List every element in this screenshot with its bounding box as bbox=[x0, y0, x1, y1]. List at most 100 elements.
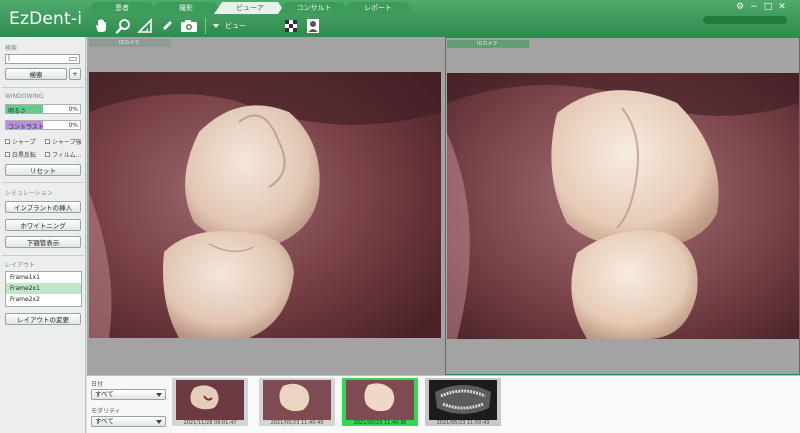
panoramic-xray-thumbnail bbox=[429, 380, 497, 420]
thumbnail-item[interactable]: 2021/05/23 11:40:45 bbox=[259, 378, 335, 426]
thumbnail-item[interactable]: 2021/05/23 11:50:43 bbox=[425, 378, 501, 426]
pane-title: IOカメラ bbox=[447, 40, 529, 48]
app-logo: EzDent-i bbox=[9, 9, 83, 29]
checkbox-box bbox=[5, 152, 10, 157]
app-header: EzDent-i 患者 撮影 ビューア コンサルト レポート ビュー ⚙ − □… bbox=[0, 0, 800, 37]
brightness-slider[interactable]: 明るさ 0% bbox=[5, 104, 81, 115]
thumbnail-date: 2021/05/23 11:50:43 bbox=[436, 420, 490, 426]
sharpen-checkbox[interactable]: シャープ bbox=[5, 137, 36, 146]
pencil-icon bbox=[162, 21, 172, 31]
search-input[interactable]: | bbox=[5, 54, 80, 64]
layout-section-title: レイアウト bbox=[5, 262, 36, 269]
layout-item-frame2x2[interactable]: Frame2x2 bbox=[6, 294, 81, 305]
date-filter-label: 日付 bbox=[91, 381, 104, 388]
date-filter-value: すべて bbox=[95, 390, 114, 398]
section-divider bbox=[2, 255, 84, 256]
contrast-label: コントラスト bbox=[8, 124, 44, 131]
tab-report[interactable]: レポート bbox=[342, 2, 414, 14]
toolbar-divider bbox=[205, 18, 206, 34]
date-filter-select[interactable]: すべて bbox=[91, 389, 166, 400]
sharpen-strong-checkbox[interactable]: シャープ強 bbox=[45, 137, 82, 146]
simulation-section-title: シミュレーション bbox=[5, 190, 53, 197]
sharpen-strong-label: シャープ強 bbox=[52, 139, 82, 146]
thumbnail-date: 2021/05/23 11:40:45 bbox=[270, 420, 324, 426]
brightness-label: 明るさ bbox=[8, 108, 27, 115]
layout-item-frame1x1[interactable]: Frame1x1 bbox=[6, 272, 81, 283]
caret-down-icon bbox=[213, 24, 219, 28]
windowing-section-title: WINDOWING bbox=[5, 93, 44, 100]
reset-button[interactable]: リセット bbox=[5, 164, 81, 176]
caret-down-icon bbox=[156, 420, 162, 424]
contrast-value: 0% bbox=[68, 122, 78, 129]
thumbnail-image bbox=[346, 380, 414, 420]
modality-filter-select[interactable]: すべて bbox=[91, 416, 166, 427]
section-divider bbox=[2, 182, 84, 183]
viewer-pane-left[interactable]: IOカメラ bbox=[88, 37, 443, 375]
tab-viewer[interactable]: ビューア bbox=[214, 2, 286, 14]
insert-implant-button[interactable]: インプラントの挿入 bbox=[5, 201, 81, 213]
pane-title: IOカメラ bbox=[89, 39, 171, 47]
invert-label: 白黒反転 bbox=[12, 152, 37, 159]
viewer-pane-right[interactable]: IOカメラ bbox=[445, 37, 800, 375]
hand-icon bbox=[95, 19, 106, 32]
checkerboard-icon bbox=[285, 20, 297, 32]
intraoral-photo[interactable] bbox=[447, 73, 799, 339]
history-panel: 日付 すべて モダリティ すべて 2021/11/28 09:01:47 202… bbox=[87, 375, 800, 433]
layout-item-frame2x1[interactable]: Frame2x1 bbox=[6, 283, 81, 294]
settings-button[interactable]: ⚙ bbox=[733, 2, 747, 12]
maximize-button[interactable]: □ bbox=[761, 2, 775, 12]
thumbnail-image bbox=[176, 380, 244, 420]
left-sidebar: 検索 | 検索 + WINDOWING 明るさ 0% コントラスト 0% シャー… bbox=[0, 37, 86, 433]
search-section-title: 検索 bbox=[5, 45, 18, 52]
tab-patient[interactable]: 患者 bbox=[86, 2, 158, 14]
thumbnail-item-selected[interactable]: 2021/05/23 11:40:36 bbox=[342, 378, 418, 426]
modality-filter-value: すべて bbox=[95, 417, 114, 425]
view-mode-label[interactable]: ビュー bbox=[225, 21, 246, 31]
contrast-slider[interactable]: コントラスト 0% bbox=[5, 120, 81, 131]
sharpen-label: シャープ bbox=[12, 139, 36, 146]
pan-tool-button[interactable] bbox=[90, 16, 112, 36]
keyboard-icon[interactable] bbox=[69, 57, 77, 61]
magnifier-icon bbox=[115, 19, 130, 34]
invert-checkbox[interactable]: 白黒反転 bbox=[5, 150, 36, 159]
minimize-button[interactable]: − bbox=[747, 2, 761, 12]
filter-checkbox[interactable]: フィルム... bbox=[45, 150, 81, 159]
whitening-button[interactable]: ホワイトニング bbox=[5, 219, 81, 231]
zoom-tool-button[interactable] bbox=[112, 16, 134, 36]
angle-tool-button[interactable] bbox=[134, 16, 156, 36]
thumbnail-item[interactable]: 2021/11/28 09:01:47 bbox=[172, 378, 248, 426]
portrait-view-button[interactable] bbox=[302, 16, 324, 36]
capture-tool-button[interactable] bbox=[178, 16, 200, 36]
brightness-value: 0% bbox=[68, 106, 78, 113]
search-input-value: | bbox=[8, 55, 11, 62]
modality-filter-label: モダリティ bbox=[91, 408, 121, 415]
main-tabs: 患者 撮影 ビューア コンサルト レポート bbox=[86, 2, 414, 14]
filter-label: フィルム... bbox=[52, 152, 82, 159]
draw-tool-button[interactable] bbox=[156, 16, 178, 36]
checkbox-box bbox=[5, 139, 10, 144]
thumbnail-strip: 2021/11/28 09:01:47 2021/05/23 11:40:45 … bbox=[172, 376, 800, 433]
layout-list: Frame1x1 Frame2x1 Frame2x2 bbox=[5, 271, 82, 307]
show-mandibular-canal-button[interactable]: 下顎管表示 bbox=[5, 236, 81, 248]
search-button[interactable]: 検索 bbox=[5, 68, 67, 80]
intraoral-photo[interactable] bbox=[89, 72, 441, 338]
user-name-redacted bbox=[703, 16, 787, 24]
tab-capture[interactable]: 撮影 bbox=[150, 2, 222, 14]
camera-icon bbox=[181, 20, 197, 32]
window-controls: ⚙ − □ ✕ bbox=[733, 2, 789, 12]
face-icon bbox=[307, 19, 319, 33]
tab-consult[interactable]: コンサルト bbox=[278, 2, 350, 14]
checkbox-box bbox=[45, 139, 50, 144]
view-dropdown-button[interactable] bbox=[211, 16, 221, 36]
image-viewer: IOカメラ IOカメラ bbox=[87, 37, 800, 375]
angle-icon bbox=[137, 18, 152, 33]
change-layout-button[interactable]: レイアウトの変更 bbox=[5, 313, 81, 325]
checkbox-box bbox=[45, 152, 50, 157]
thumbnail-date: 2021/05/23 11:40:36 bbox=[353, 420, 407, 426]
grid-view-button[interactable] bbox=[280, 16, 302, 36]
viewer-toolbar: ビュー bbox=[90, 16, 324, 36]
caret-down-icon bbox=[156, 393, 162, 397]
add-search-button[interactable]: + bbox=[69, 68, 81, 80]
thumbnail-image bbox=[263, 380, 331, 420]
close-button[interactable]: ✕ bbox=[775, 2, 789, 12]
